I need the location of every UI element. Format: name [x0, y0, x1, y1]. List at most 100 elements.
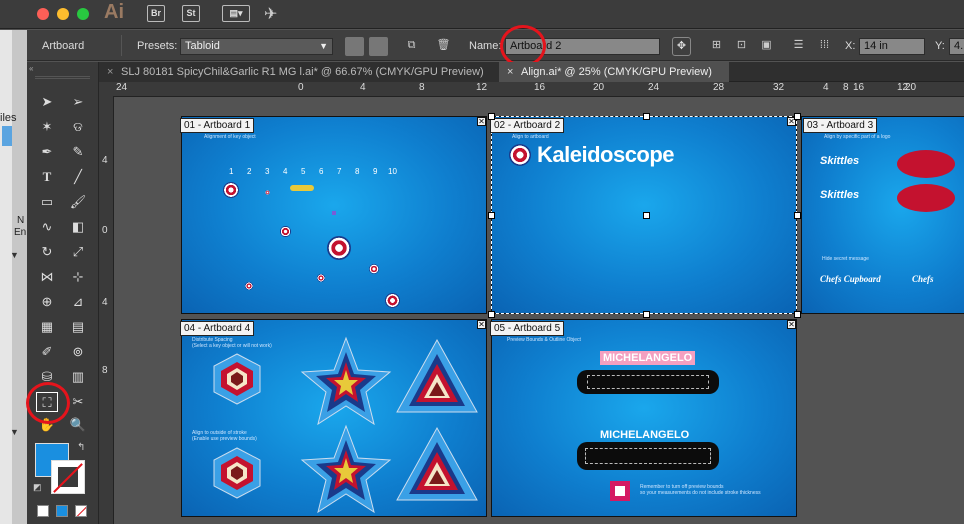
y-input[interactable]: 4. — [949, 38, 964, 55]
x-input[interactable]: 14 in — [859, 38, 925, 55]
resize-handle[interactable] — [794, 311, 801, 318]
ruler-origin[interactable] — [99, 82, 114, 97]
resize-handle[interactable] — [488, 212, 495, 219]
artboard-label[interactable]: 03 - Artboard 3 — [803, 118, 878, 133]
minimize-window-button[interactable] — [57, 8, 69, 20]
resize-handle[interactable] — [794, 113, 801, 120]
artboard-label[interactable]: 02 - Artboard 2 — [490, 118, 565, 133]
arrange-documents-icon[interactable]: ▤▾ — [222, 5, 250, 22]
selection-tool-icon[interactable]: ➤ — [36, 92, 58, 112]
close-icon[interactable]: × — [107, 62, 113, 82]
presets-value: Tabloid — [185, 40, 220, 52]
artboard-4[interactable]: Distribute Spacing (Select a key object … — [181, 319, 487, 517]
gpu-performance-icon[interactable]: ✈ — [264, 4, 277, 24]
pink-square-shape[interactable] — [610, 481, 630, 501]
close-icon[interactable]: × — [507, 62, 513, 82]
tab-align-document[interactable]: × Align.ai* @ 25% (CMYK/GPU Preview) — [499, 62, 729, 82]
target-object[interactable] — [369, 264, 379, 274]
default-colors-icon[interactable]: ◩ — [33, 482, 42, 493]
resize-handle[interactable] — [643, 113, 650, 120]
artboard-3[interactable]: Align by specific part of a logo Skittle… — [801, 116, 964, 314]
red-ellipse[interactable] — [897, 150, 955, 178]
gradient-mode-icon[interactable] — [56, 505, 68, 517]
key-icon[interactable] — [290, 185, 314, 191]
resize-handle[interactable] — [643, 311, 650, 318]
artboard-close-icon[interactable]: ✕ — [477, 117, 486, 126]
artboard-close-icon[interactable]: ✕ — [787, 320, 796, 329]
shaper-tool-icon[interactable]: ∿ — [36, 217, 58, 237]
tool-name-label: Artboard — [42, 40, 85, 52]
curvature-tool-icon[interactable]: ✎ — [67, 142, 89, 162]
target-object[interactable] — [265, 190, 270, 195]
free-transform-tool-icon[interactable]: ⊹ — [67, 267, 89, 287]
zoom-window-button[interactable] — [77, 8, 89, 20]
target-object[interactable] — [385, 293, 400, 308]
collapse-arrow-icon[interactable]: ▼ — [10, 250, 19, 260]
artboard-label[interactable]: 01 - Artboard 1 — [180, 118, 255, 133]
line-tool-icon[interactable]: ╱ — [67, 167, 89, 187]
horizontal-ruler[interactable]: 24 0 4 8 12 16 20 24 28 32 4 8 12 16 20 — [113, 82, 964, 97]
target-object[interactable] — [280, 226, 291, 237]
show-center-mark-icon[interactable]: ⊞ — [707, 37, 726, 56]
artboard-label[interactable]: 04 - Artboard 4 — [180, 321, 255, 336]
michelangelo-text[interactable]: MICHELANGELO — [600, 351, 696, 365]
close-window-button[interactable] — [37, 8, 49, 20]
perspective-grid-tool-icon[interactable]: ⊿ — [67, 292, 89, 312]
blend-tool-icon[interactable]: ⊚ — [67, 342, 89, 362]
shape-builder-tool-icon[interactable]: ⊕ — [36, 292, 58, 312]
stock-button[interactable]: St — [182, 5, 200, 22]
show-cross-hairs-icon[interactable]: ⊡ — [732, 37, 751, 56]
bridge-button[interactable]: Br — [147, 5, 165, 22]
target-object[interactable] — [223, 182, 239, 198]
reference-point-icon[interactable]: ⁞⁞⁞ — [815, 37, 834, 56]
rectangle-tool-icon[interactable]: ▭ — [36, 192, 58, 212]
resize-handle[interactable] — [488, 311, 495, 318]
collapse-panel-icon[interactable]: « — [29, 64, 33, 73]
scale-tool-icon[interactable]: ⤢ — [67, 242, 89, 262]
portrait-icon[interactable] — [345, 37, 364, 56]
eyedropper-tool-icon[interactable]: ✐ — [36, 342, 58, 362]
red-ellipse[interactable] — [897, 184, 955, 212]
direct-selection-tool-icon[interactable]: ➢ — [67, 92, 89, 112]
michelangelo-text[interactable]: MICHELANGELO — [600, 429, 689, 441]
artboard-1[interactable]: Alignment of key object 1 2 3 4 5 6 7 8 … — [181, 116, 487, 314]
rotate-tool-icon[interactable]: ↻ — [36, 242, 58, 262]
vertical-ruler[interactable]: 4 0 4 8 — [99, 97, 114, 524]
tab-spicychil-document[interactable]: × SLJ 80181 SpicyChil&Garlic R1 MG l.ai*… — [99, 62, 499, 82]
stroke-swatch[interactable] — [51, 460, 85, 494]
presets-select[interactable]: Tabloid ▼ — [180, 38, 333, 55]
delete-artboard-icon[interactable]: 🗑 — [434, 37, 453, 56]
eraser-tool-icon[interactable]: ◧ — [67, 217, 89, 237]
lasso-tool-icon[interactable]: ଡ — [67, 117, 89, 137]
artboard-5[interactable]: Preview Bounds & Outline Object MICHELAN… — [491, 319, 797, 517]
collapse-arrow-icon[interactable]: ▼ — [10, 427, 19, 437]
resize-handle[interactable] — [488, 113, 495, 120]
move-copy-artwork-icon[interactable]: ✥ — [672, 37, 691, 56]
pen-tool-icon[interactable]: ✒ — [36, 142, 58, 162]
artboard-label[interactable]: 05 - Artboard 5 — [490, 321, 565, 336]
artboard-close-icon[interactable]: ✕ — [477, 320, 486, 329]
width-tool-icon[interactable]: ⋈ — [36, 267, 58, 287]
resize-handle[interactable] — [643, 212, 650, 219]
swap-colors-icon[interactable]: ↰ — [77, 442, 85, 453]
target-object[interactable] — [245, 282, 253, 290]
number-label: 7 — [337, 167, 342, 176]
landscape-icon[interactable] — [369, 37, 388, 56]
gradient-tool-icon[interactable]: ▤ — [67, 317, 89, 337]
color-mode-icon[interactable] — [37, 505, 49, 517]
slice-tool-icon[interactable]: ✂ — [67, 392, 89, 412]
zoom-tool-icon[interactable]: 🔍 — [67, 415, 89, 435]
type-tool-icon[interactable]: T — [36, 167, 58, 187]
artboard-options-icon[interactable]: ☰ — [789, 37, 808, 56]
paintbrush-tool-icon[interactable]: 🖌 — [67, 192, 89, 212]
magic-wand-tool-icon[interactable]: ✶ — [36, 117, 58, 137]
mesh-tool-icon[interactable]: ▦ — [36, 317, 58, 337]
new-artboard-icon[interactable]: ⧉ — [402, 37, 421, 56]
column-graph-tool-icon[interactable]: ▥ — [67, 367, 89, 387]
resize-handle[interactable] — [794, 212, 801, 219]
none-mode-icon[interactable] — [75, 505, 87, 517]
canvas[interactable]: Alignment of key object 1 2 3 4 5 6 7 8 … — [114, 97, 964, 524]
target-object[interactable] — [317, 274, 325, 282]
target-object[interactable] — [327, 236, 351, 260]
show-safe-area-icon[interactable]: ▣ — [757, 37, 776, 56]
